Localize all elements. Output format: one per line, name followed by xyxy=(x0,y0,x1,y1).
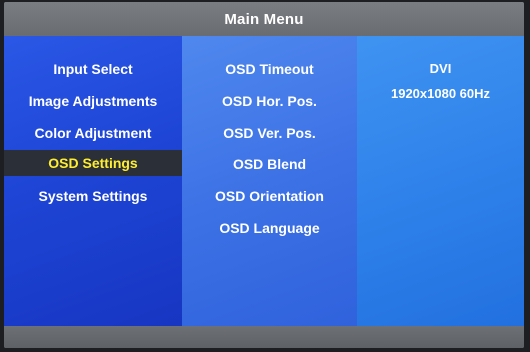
submenu-item-label: OSD Hor. Pos. xyxy=(222,93,317,109)
submenu-item-osd-ver-pos[interactable]: OSD Ver. Pos. xyxy=(182,120,357,146)
submenu-item-label: OSD Blend xyxy=(232,156,307,172)
main-menu-panel: Input Select Image Adjustments Color Adj… xyxy=(4,36,182,326)
submenu-item-label: OSD Language xyxy=(219,220,320,236)
menu-item-label: Color Adjustment xyxy=(34,125,152,141)
menu-title: Main Menu xyxy=(224,10,304,28)
menu-item-system-settings[interactable]: System Settings xyxy=(4,183,182,209)
menu-item-image-adjustments[interactable]: Image Adjustments xyxy=(4,88,182,114)
submenu-item-osd-hor-pos[interactable]: OSD Hor. Pos. xyxy=(182,88,357,114)
submenu-item-osd-timeout[interactable]: OSD Timeout xyxy=(182,56,357,82)
submenu-item-osd-language[interactable]: OSD Language xyxy=(182,215,357,241)
submenu-item-label: OSD Timeout xyxy=(225,61,314,77)
submenu-panel: OSD Timeout OSD Hor. Pos. OSD Ver. Pos. … xyxy=(182,36,357,326)
menu-item-label: OSD Settings xyxy=(48,155,138,171)
menu-item-label: System Settings xyxy=(38,188,148,204)
input-source-value: DVI xyxy=(429,61,452,76)
submenu-item-label: OSD Orientation xyxy=(215,188,324,204)
bottom-bar xyxy=(4,326,524,348)
title-bar: Main Menu xyxy=(4,2,524,36)
info-panel: DVI 1920x1080 60Hz xyxy=(357,36,524,326)
resolution-value: 1920x1080 60Hz xyxy=(390,86,491,101)
menu-item-color-adjustment[interactable]: Color Adjustment xyxy=(4,120,182,146)
menu-item-label: Input Select xyxy=(53,61,133,77)
osd-window: Main Menu Input Select Image Adjustments… xyxy=(4,2,524,348)
menu-item-osd-settings[interactable]: OSD Settings xyxy=(4,150,182,176)
monitor-screen: Main Menu Input Select Image Adjustments… xyxy=(0,0,530,352)
submenu-item-label: OSD Ver. Pos. xyxy=(223,125,316,141)
menu-item-input-select[interactable]: Input Select xyxy=(4,56,182,82)
submenu-item-osd-blend[interactable]: OSD Blend xyxy=(182,151,357,177)
menu-item-label: Image Adjustments xyxy=(28,93,158,109)
submenu-item-osd-orientation[interactable]: OSD Orientation xyxy=(182,183,357,209)
